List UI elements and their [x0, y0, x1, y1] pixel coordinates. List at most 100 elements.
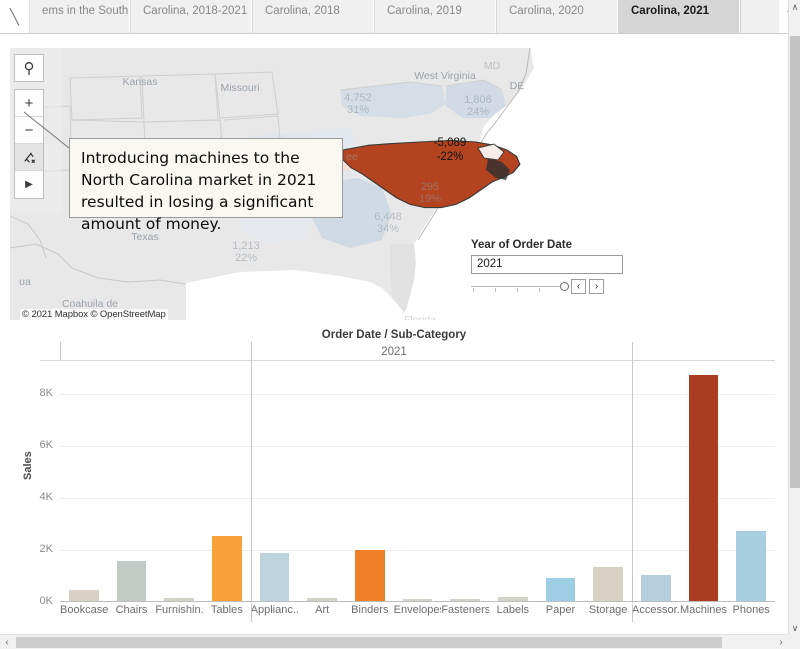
- x-axis-line: [60, 601, 775, 602]
- tableau-dashboard-window: ╲ ems in the South Carolina, 2018-2021 C…: [0, 0, 800, 649]
- y-axis-tick-label: 0K: [13, 595, 53, 607]
- tab-carolina-2020[interactable]: Carolina, 2020: [496, 0, 618, 33]
- tab-label: Carolina, 2018-2021: [143, 4, 247, 18]
- bar[interactable]: [212, 536, 242, 601]
- search-glyph: ⚲: [24, 59, 35, 77]
- gridline: [60, 446, 775, 447]
- x-axis-tick-label[interactable]: Art: [298, 604, 346, 616]
- map-label-missouri: Missouri: [210, 82, 270, 94]
- category-separator-head: [632, 342, 633, 360]
- bar[interactable]: [164, 598, 194, 601]
- year-next-glyph: ›: [595, 281, 598, 292]
- scroll-left-icon[interactable]: ‹: [0, 635, 14, 649]
- plot-area[interactable]: 0K2K4K6K8K: [60, 360, 775, 602]
- y-axis-tick-label: 4K: [13, 491, 53, 503]
- bar[interactable]: [498, 597, 528, 601]
- x-axis-tick-label[interactable]: Chairs: [108, 604, 156, 616]
- tab-carolina-2021[interactable]: Carolina, 2021: [618, 0, 740, 33]
- year-of-order-date-filter: Year of Order Date 2021 ‹ ›: [471, 239, 631, 294]
- tab-label: Carolina, 2019: [387, 4, 462, 18]
- map-annotation-callout[interactable]: Introducing machines to the North Caroli…: [69, 138, 343, 218]
- x-axis-tick-label[interactable]: Storage: [584, 604, 632, 616]
- scroll-up-icon[interactable]: ∧: [789, 0, 800, 14]
- horizontal-scrollbar-thumb[interactable]: [16, 637, 722, 648]
- tab-carolina-2018[interactable]: Carolina, 2018: [252, 0, 374, 33]
- y-axis-tick-label: 2K: [13, 543, 53, 555]
- nc-sales-value: -5,089: [410, 136, 490, 150]
- slider-tick: [473, 288, 474, 292]
- gridline: [60, 394, 775, 395]
- bar[interactable]: [593, 567, 623, 601]
- x-axis-tick-label[interactable]: Bookcases: [60, 604, 108, 616]
- map-label-tennessee: ee: [340, 151, 364, 163]
- chart-subtitle: 2021: [0, 346, 788, 358]
- x-axis-tick-label[interactable]: Furnishin..: [155, 604, 203, 616]
- year-prev-button[interactable]: ‹: [571, 279, 586, 294]
- bar[interactable]: [403, 599, 433, 601]
- x-axis-tick-label[interactable]: Paper: [537, 604, 585, 616]
- category-separator: [251, 360, 252, 603]
- tab-scroll-left-glyph: ╲: [10, 8, 19, 26]
- bar[interactable]: [546, 578, 576, 601]
- map-value-north-carolina: -5,089 -22%: [410, 136, 490, 164]
- map-label-chihuahua: ua: [10, 276, 40, 288]
- bar-chart-panel: Order Date / Sub-Category 2021 Sales 0K2…: [0, 320, 788, 630]
- category-separator-foot: [251, 604, 252, 622]
- bar[interactable]: [307, 598, 337, 601]
- bar[interactable]: [260, 553, 290, 601]
- x-axis-tick-label[interactable]: Labels: [489, 604, 537, 616]
- chart-title: Order Date / Sub-Category: [0, 329, 788, 341]
- x-axis-tick-label[interactable]: Envelopes: [394, 604, 442, 616]
- bar[interactable]: [69, 590, 99, 601]
- tab-carolina-2019[interactable]: Carolina, 2019: [374, 0, 496, 33]
- x-axis-labels: BookcasesChairsFurnishin..TablesApplianc…: [60, 604, 775, 624]
- bar[interactable]: [641, 575, 671, 601]
- search-icon[interactable]: ⚲: [15, 55, 43, 81]
- tab-south-systems[interactable]: ems in the South: [30, 0, 130, 33]
- tab-strip-filler: [740, 0, 780, 33]
- plot-top-border: [60, 360, 775, 361]
- scroll-down-icon[interactable]: ∨: [789, 621, 800, 635]
- tab-label: ems in the South: [42, 4, 128, 18]
- bar[interactable]: [117, 561, 147, 601]
- gridline: [60, 550, 775, 551]
- x-axis-tick-label[interactable]: Applianc..: [251, 604, 299, 616]
- bar[interactable]: [736, 531, 766, 601]
- tab-label: Carolina, 2020: [509, 4, 584, 18]
- y-axis-tick-label: 6K: [13, 439, 53, 451]
- slider-handle[interactable]: [560, 282, 569, 291]
- slider-tick: [539, 288, 540, 292]
- horizontal-scrollbar[interactable]: ‹ ›: [0, 634, 788, 649]
- map-search-box[interactable]: ⚲: [14, 54, 44, 82]
- x-axis-tick-label[interactable]: Fasteners: [441, 604, 489, 616]
- nc-percent-value: -22%: [410, 150, 490, 164]
- vertical-scrollbar-thumb[interactable]: [790, 36, 800, 488]
- scroll-right-glyph: ›: [779, 637, 782, 648]
- bar[interactable]: [689, 375, 719, 601]
- y-axis-label: Sales: [22, 451, 34, 480]
- year-filter-value[interactable]: 2021: [471, 255, 623, 274]
- year-next-button[interactable]: ›: [589, 279, 604, 294]
- x-axis-tick-label[interactable]: Accessor..: [632, 604, 680, 616]
- scroll-left-glyph: ‹: [5, 637, 8, 648]
- x-axis-tick-label[interactable]: Phones: [727, 604, 775, 616]
- map-label-maryland: MD: [480, 60, 504, 72]
- tab-label: Carolina, 2021: [631, 4, 709, 18]
- play-icon[interactable]: ▶: [15, 171, 43, 198]
- vertical-scrollbar[interactable]: ∧ ∨: [788, 0, 800, 649]
- x-axis-tick-label[interactable]: Tables: [203, 604, 251, 616]
- tab-carolina-2018-2021[interactable]: Carolina, 2018-2021: [130, 0, 252, 33]
- scroll-right-icon[interactable]: ›: [774, 635, 788, 649]
- bar[interactable]: [450, 599, 480, 601]
- year-filter-slider-row: ‹ ›: [471, 279, 631, 294]
- bar[interactable]: [355, 550, 385, 601]
- slider-tick: [495, 288, 496, 292]
- x-axis-tick-label[interactable]: Machines: [680, 604, 728, 616]
- slider-track: [471, 286, 568, 287]
- tab-scroll-left-icon[interactable]: ╲: [0, 0, 30, 33]
- x-axis-tick-label[interactable]: Binders: [346, 604, 394, 616]
- year-filter-slider[interactable]: [471, 281, 568, 293]
- scroll-down-glyph: ∨: [792, 623, 799, 634]
- category-separator-head: [251, 342, 252, 360]
- map-label-delaware: DE: [505, 80, 529, 92]
